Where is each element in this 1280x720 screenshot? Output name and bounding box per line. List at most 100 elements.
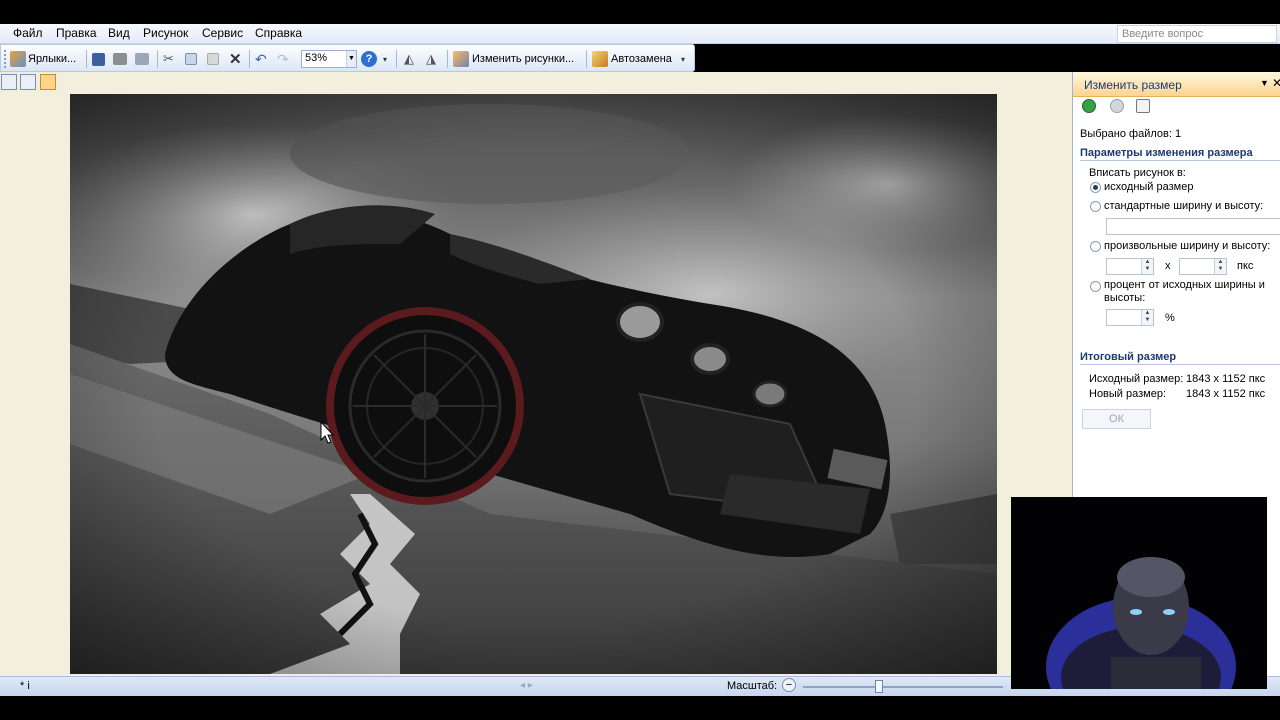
rotate-left-button[interactable]: ◭ bbox=[404, 50, 414, 68]
toolbar-separator bbox=[249, 50, 250, 68]
scissors-icon: ✂ bbox=[163, 51, 174, 66]
toolbar-grip[interactable] bbox=[4, 50, 8, 68]
shortcuts-button[interactable]: Ярлыки... bbox=[10, 50, 76, 68]
picture-canvas bbox=[0, 72, 1072, 676]
fit-label: Вписать рисунок в: bbox=[1089, 167, 1186, 179]
option-percent-label-line2: высоты: bbox=[1104, 292, 1146, 304]
rotate-right-icon: ◮ bbox=[426, 51, 436, 66]
original-size-label: Исходный размер: bbox=[1089, 373, 1184, 385]
percent-unit-label: % bbox=[1165, 312, 1175, 324]
spinner-icon[interactable]: ▲ ▼ bbox=[1214, 259, 1226, 274]
copy-button[interactable] bbox=[185, 50, 197, 68]
toolbar-separator bbox=[86, 50, 87, 68]
help-button[interactable]: ? bbox=[361, 50, 377, 68]
webcam-overlay bbox=[1011, 497, 1267, 689]
forward-arrow-icon[interactable] bbox=[1110, 99, 1124, 113]
menu-file[interactable]: Файл bbox=[10, 26, 46, 40]
percent-input[interactable]: ▲ ▼ bbox=[1106, 309, 1154, 326]
close-icon: ✕ bbox=[229, 51, 242, 68]
single-picture-view-button[interactable] bbox=[40, 74, 56, 90]
paste-button[interactable] bbox=[207, 50, 219, 68]
section-divider bbox=[1080, 160, 1280, 161]
spinner-icon[interactable]: ▲ ▼ bbox=[1141, 310, 1153, 325]
section-divider bbox=[1080, 364, 1280, 365]
home-icon[interactable] bbox=[1136, 99, 1150, 113]
standard-toolbar: Ярлыки... ✂ ✕ ↶ ↷ 53% ▼ ? ▾ ◭ ◮ Изменить… bbox=[0, 44, 695, 72]
menu-edit[interactable]: Правка bbox=[53, 26, 100, 40]
selected-files-text: Выбрано файлов: 1 bbox=[1080, 128, 1182, 140]
print-preview-icon bbox=[135, 53, 149, 65]
radio-custom-size[interactable] bbox=[1090, 241, 1101, 252]
result-section-title: Итоговый размер bbox=[1080, 351, 1177, 363]
radio-percent-size[interactable] bbox=[1090, 281, 1101, 292]
shortcuts-icon bbox=[10, 51, 26, 67]
radio-standard-size[interactable] bbox=[1090, 201, 1101, 212]
toolbar-separator bbox=[586, 50, 587, 68]
save-icon bbox=[92, 52, 105, 66]
zoom-combo[interactable]: 53% ▼ bbox=[301, 50, 357, 68]
top-black-bar bbox=[0, 0, 1280, 24]
ask-question-input[interactable]: Введите вопрос bbox=[1117, 25, 1277, 43]
standard-size-select[interactable] bbox=[1106, 218, 1280, 235]
toolbar-overflow-button[interactable]: ▾ bbox=[681, 50, 685, 68]
print-preview-button[interactable] bbox=[135, 50, 149, 68]
option-percent-label: процент от исходных ширины и bbox=[1104, 279, 1265, 291]
car-photo[interactable] bbox=[70, 94, 997, 674]
autocorrect-button[interactable]: Автозамена bbox=[592, 50, 672, 68]
pane-title: Изменить размер bbox=[1084, 78, 1182, 92]
chevron-down-icon: ▾ bbox=[681, 54, 686, 64]
toolbar-separator bbox=[396, 50, 397, 68]
redo-button[interactable]: ↷ bbox=[277, 50, 289, 68]
pane-header: Изменить размер ▼ ✕ bbox=[1073, 72, 1280, 97]
toolbar-separator bbox=[157, 50, 158, 68]
bottom-black-bar bbox=[0, 696, 1280, 720]
delete-button[interactable]: ✕ bbox=[229, 50, 242, 68]
original-size-value: 1843 x 1152 пкс bbox=[1186, 373, 1266, 385]
car-photo-image bbox=[70, 94, 997, 674]
back-arrow-icon[interactable] bbox=[1082, 99, 1096, 113]
zoom-label: Масштаб: bbox=[727, 680, 778, 692]
webcam-image bbox=[1011, 497, 1267, 689]
zoom-slider-thumb[interactable] bbox=[875, 680, 883, 693]
menu-bar: Файл Правка Вид Рисунок Сервис Справка В… bbox=[0, 24, 1280, 44]
option-standard-size-label: стандартные ширину и высоту: bbox=[1104, 200, 1264, 212]
chevron-down-icon: ▼ bbox=[346, 51, 356, 67]
undo-button[interactable]: ↶ bbox=[255, 50, 267, 68]
menu-help[interactable]: Справка bbox=[252, 26, 305, 40]
help-icon: ? bbox=[361, 51, 377, 67]
custom-height-input[interactable]: ▲ ▼ bbox=[1179, 258, 1227, 275]
close-icon[interactable]: ✕ bbox=[1272, 76, 1280, 90]
radio-original-size[interactable] bbox=[1090, 182, 1101, 193]
zoom-out-icon[interactable]: − bbox=[782, 678, 796, 692]
new-size-value: 1843 x 1152 пкс bbox=[1186, 388, 1266, 400]
paste-icon bbox=[207, 53, 219, 65]
new-size-label: Новый размер: bbox=[1089, 388, 1167, 400]
undo-icon: ↶ bbox=[255, 50, 267, 67]
x-sign: x bbox=[1165, 260, 1171, 272]
menu-tools[interactable]: Сервис bbox=[199, 26, 246, 40]
rotate-right-button[interactable]: ◮ bbox=[426, 50, 436, 68]
thumbnails-view-button[interactable] bbox=[1, 74, 17, 90]
menu-view[interactable]: Вид bbox=[105, 26, 133, 40]
copy-icon bbox=[185, 53, 197, 65]
print-button[interactable] bbox=[113, 50, 127, 68]
custom-width-input[interactable]: ▲ ▼ bbox=[1106, 258, 1154, 275]
redo-icon: ↷ bbox=[277, 50, 289, 67]
chevron-down-icon[interactable]: ▼ bbox=[1260, 78, 1269, 88]
filmstrip-view-button[interactable] bbox=[20, 74, 36, 90]
edit-pictures-button[interactable]: Изменить рисунки... bbox=[453, 50, 574, 68]
cut-button[interactable]: ✂ bbox=[163, 50, 174, 68]
toolbar-options-button[interactable]: ▾ bbox=[383, 50, 387, 68]
spinner-icon[interactable]: ▲ ▼ bbox=[1141, 259, 1153, 274]
prev-next-arrows[interactable]: ◂ ▸ bbox=[520, 680, 533, 691]
menu-picture[interactable]: Рисунок bbox=[140, 26, 191, 40]
autocorrect-icon bbox=[592, 51, 608, 67]
zoom-slider[interactable] bbox=[803, 686, 1003, 688]
print-icon bbox=[113, 53, 127, 65]
ok-button[interactable]: ОК bbox=[1082, 409, 1151, 429]
status-text: * i bbox=[20, 680, 30, 692]
toolbar-separator bbox=[447, 50, 448, 68]
px-unit-label: пкс bbox=[1237, 260, 1254, 272]
save-button[interactable] bbox=[92, 50, 105, 68]
edit-pictures-icon bbox=[453, 51, 469, 67]
